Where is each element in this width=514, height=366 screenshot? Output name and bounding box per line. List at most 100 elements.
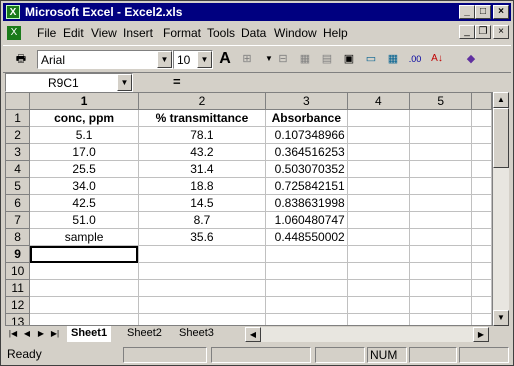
cell[interactable]: 0.838631998 (265, 194, 348, 212)
view-icon[interactable]: ▭ (361, 49, 381, 69)
maximize-button[interactable]: □ (475, 5, 491, 19)
menu-edit[interactable]: Edit (63, 26, 84, 40)
cell[interactable] (471, 109, 492, 127)
cell[interactable] (138, 296, 266, 314)
cell[interactable]: sample (29, 228, 139, 246)
cell[interactable] (347, 279, 411, 297)
cell[interactable] (347, 109, 411, 127)
cell[interactable]: 35.6 (138, 228, 266, 246)
cell[interactable] (409, 211, 473, 229)
menu-insert[interactable]: Insert (123, 26, 153, 40)
tab-sheet2[interactable]: Sheet2 (123, 326, 166, 341)
cell[interactable] (409, 245, 473, 263)
text-box-icon[interactable]: ▣ (339, 49, 359, 69)
cell[interactable] (471, 143, 492, 161)
cell[interactable] (347, 228, 411, 246)
sort-ascending-icon[interactable]: A↓ (427, 49, 447, 69)
cell[interactable] (347, 160, 411, 178)
cell[interactable]: 31.4 (138, 160, 266, 178)
borders-icon[interactable]: ⊞ (237, 49, 257, 69)
cell[interactable] (409, 143, 473, 161)
row-header[interactable]: 2 (6, 126, 31, 144)
cell[interactable] (409, 126, 473, 144)
cell[interactable]: 78.1 (138, 126, 266, 144)
select-all-corner[interactable] (6, 93, 31, 110)
column-header[interactable]: 4 (347, 93, 411, 110)
cell[interactable] (471, 262, 492, 280)
row-header[interactable]: 1 (6, 109, 31, 127)
scroll-thumb[interactable] (493, 108, 509, 168)
formula-input[interactable] (189, 73, 509, 92)
doc-minimize-button[interactable]: _ (459, 25, 475, 39)
row-header[interactable]: 8 (6, 228, 31, 246)
cell[interactable] (409, 296, 473, 314)
cell[interactable] (29, 296, 139, 314)
cell[interactable]: 18.8 (138, 177, 266, 195)
font-name-select[interactable]: Arial ▼ (37, 50, 173, 69)
gridlines-icon[interactable]: ▦ (295, 49, 315, 69)
cell[interactable] (471, 245, 492, 263)
cell[interactable] (471, 279, 492, 297)
doc-close-button[interactable]: × (493, 25, 509, 39)
chevron-down-icon[interactable]: ▼ (117, 74, 132, 91)
cell[interactable] (471, 296, 492, 314)
cell[interactable] (471, 160, 492, 178)
cell[interactable] (265, 279, 348, 297)
cell[interactable]: 25.5 (29, 160, 139, 178)
cell[interactable]: 0.107348966 (265, 126, 348, 144)
row-header[interactable]: 9 (6, 245, 31, 263)
column-header-blank[interactable] (471, 93, 492, 110)
cell[interactable]: conc, ppm (29, 109, 139, 127)
cell[interactable] (409, 194, 473, 212)
chart-wizard-icon[interactable]: ◆ (461, 49, 481, 69)
cell[interactable]: 0.364516253 (265, 143, 348, 161)
doc-restore-button[interactable]: ❐ (475, 25, 491, 39)
cell[interactable] (265, 262, 348, 280)
cell[interactable]: 5.1 (29, 126, 139, 144)
scroll-left-icon[interactable]: ◀ (245, 327, 261, 342)
document-icon[interactable]: X (7, 26, 21, 40)
menu-file[interactable]: File (37, 26, 56, 40)
vertical-scrollbar[interactable]: ▲ ▼ (493, 92, 509, 326)
worksheet-grid[interactable]: 1 2 3 4 5 1 conc, ppm% transmittance Absor… (5, 92, 493, 326)
cell[interactable] (471, 313, 492, 325)
cell[interactable] (138, 313, 266, 325)
menu-window[interactable]: Window (274, 26, 317, 40)
cell[interactable] (138, 262, 266, 280)
excel-icon[interactable]: X (6, 5, 20, 19)
cell[interactable] (138, 279, 266, 297)
scroll-down-icon[interactable]: ▼ (493, 310, 509, 326)
cell[interactable]: 51.0 (29, 211, 139, 229)
cell[interactable] (29, 279, 139, 297)
tab-sheet1[interactable]: Sheet1 (67, 326, 112, 342)
cell[interactable] (29, 245, 139, 263)
cell[interactable] (471, 228, 492, 246)
scroll-up-icon[interactable]: ▲ (493, 92, 509, 108)
cell[interactable] (347, 262, 411, 280)
cell[interactable] (347, 126, 411, 144)
row-header[interactable]: 4 (6, 160, 31, 178)
cell[interactable] (471, 194, 492, 212)
cell[interactable]: 17.0 (29, 143, 139, 161)
menu-data[interactable]: Data (241, 26, 266, 40)
menu-format[interactable]: Format (163, 26, 201, 40)
cell[interactable]: Absorbance (265, 109, 348, 127)
horizontal-scrollbar[interactable]: ◀ ▶ (245, 327, 489, 342)
first-sheet-icon[interactable]: |◀ (7, 327, 19, 341)
cell[interactable] (409, 177, 473, 195)
print-icon[interactable]: 🖶 (11, 49, 31, 69)
font-size-select[interactable]: 10 ▼ (173, 50, 213, 69)
cell[interactable] (265, 296, 348, 314)
menu-help[interactable]: Help (323, 26, 348, 40)
chevron-down-icon[interactable]: ▼ (157, 51, 172, 68)
cell[interactable]: % transmittance (138, 109, 266, 127)
row-header[interactable]: 12 (6, 296, 31, 314)
column-header[interactable]: 2 (138, 93, 266, 110)
cell[interactable] (409, 228, 473, 246)
cell[interactable] (347, 296, 411, 314)
scroll-right-icon[interactable]: ▶ (473, 327, 489, 342)
cell-format-icon[interactable]: ▤ (317, 49, 337, 69)
next-sheet-icon[interactable]: ▶ (35, 327, 47, 341)
cell[interactable]: 0.503070352 (265, 160, 348, 178)
cell[interactable]: 42.5 (29, 194, 139, 212)
